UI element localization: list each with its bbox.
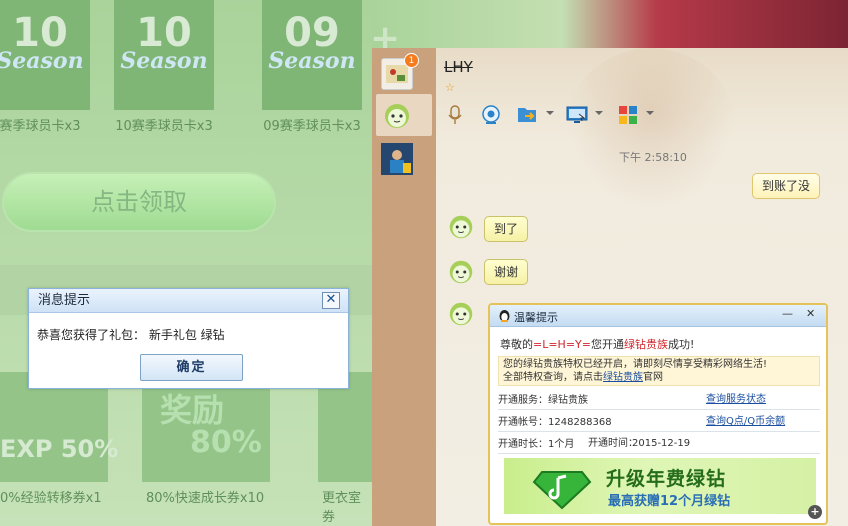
privilege-notice: 您的绿钻贵族特权已经开启，请即刻尽情享受精彩网络生活! 全部特权查询，请点击绿钻… — [498, 356, 820, 386]
service-row: 开通服务：绿钻贵族 查询服务状态 — [498, 389, 820, 410]
account-value: 1248288368 — [548, 417, 612, 428]
greeting-line: 尊敬的=L=H=Y=您开通绿钻贵族成功! — [500, 336, 694, 352]
message-bubble-incoming: 谢谢 — [484, 259, 529, 285]
open-time-label: 开通时间： — [588, 438, 638, 449]
contact-name[interactable]: LHY — [444, 58, 473, 76]
minimize-icon[interactable]: — — [782, 307, 793, 320]
user-nickname: =L=H=Y= — [533, 338, 591, 351]
conversation-list: 1 — [372, 48, 436, 526]
card-label: 赛季球员卡x3 — [0, 119, 81, 134]
dialog-close-icon[interactable]: ✕ — [322, 292, 340, 309]
star-icon: ☆ — [445, 81, 455, 94]
gift-label: 80%快速成长券x10 — [146, 491, 265, 506]
account-row: 开通帐号：1248288368 查询Q点/Q币余额 — [498, 411, 820, 432]
open-time-value: 2015-12-19 — [632, 438, 691, 449]
claim-button[interactable]: 点击领取 — [2, 172, 276, 232]
reward-card: 10 Season — [114, 0, 214, 110]
privilege-query-prefix: 全部特权查询，请点击 — [503, 372, 603, 383]
duration-row: 开通时长：1个月 开通时间： 2015-12-19 — [498, 433, 820, 454]
message-dialog: 消息提示 ✕ 恭喜您获得了礼包： 新手礼包 绿钻 确定 — [28, 288, 349, 389]
check-service-link[interactable]: 查询服务状态 — [706, 389, 766, 410]
chat-main: LHY ☆ 下午 2:58:10 到账了没 到了 谢谢 温馨提示 — ✕ 尊敬的… — [436, 48, 848, 526]
promo-title: 升级年费绿钻 — [606, 468, 727, 490]
duration-label: 开通时长：1个月 — [498, 439, 575, 450]
chevron-down-icon[interactable] — [646, 111, 654, 115]
gift-text: EXP 50% — [0, 435, 119, 463]
sender-avatar[interactable] — [446, 298, 476, 328]
chevron-down-icon[interactable] — [546, 111, 554, 115]
greeting-prefix: 尊敬的 — [500, 338, 533, 351]
upgrade-promo-banner[interactable]: 升级年费绿钻 最高获赠12个月绿钻 — [504, 458, 816, 514]
privilege-link[interactable]: 绿钻贵族 — [603, 372, 643, 383]
notification-title: 温馨提示 — [514, 311, 558, 324]
card-season: Season — [0, 48, 84, 74]
message-timestamp: 下午 2:58:10 — [619, 151, 687, 164]
game-page: 10 Season 赛季球员卡x3 10 Season 10赛季球员卡x3 09… — [0, 0, 372, 526]
privilege-text: 您的绿钻贵族特权已经开启，请即刻尽情享受精彩网络生活! — [503, 359, 768, 370]
chevron-down-icon[interactable] — [595, 111, 603, 115]
reward-card: 10 Season — [0, 0, 90, 110]
card-label: 10赛季球员卡x3 — [115, 119, 213, 134]
send-file-icon[interactable] — [516, 104, 542, 126]
gift-label: 0%经验转移券x1 — [0, 491, 102, 506]
zoom-icon[interactable]: + — [808, 505, 822, 519]
sender-avatar[interactable] — [446, 211, 476, 241]
service-label: 开通服务：绿钻贵族 — [498, 395, 588, 406]
top-banner — [372, 0, 848, 48]
message-bubble-outgoing: 到账了没 — [752, 173, 821, 199]
account-label: 开通帐号： — [498, 417, 548, 428]
sender-avatar[interactable] — [446, 256, 476, 286]
penguin-icon — [498, 309, 511, 326]
microphone-icon[interactable] — [444, 104, 470, 126]
privilege-query-suffix: 官网 — [643, 372, 663, 383]
webcam-icon[interactable] — [480, 104, 506, 126]
dialog-title: 消息提示 — [29, 289, 348, 313]
greeting-suffix: 成功! — [668, 338, 695, 351]
ok-button[interactable]: 确定 — [140, 354, 243, 381]
promo-subtitle: 最高获赠12个月绿钻 — [608, 494, 731, 509]
diamond-icon — [532, 462, 592, 513]
dialog-message: 恭喜您获得了礼包： 新手礼包 绿钻 — [37, 328, 225, 342]
apps-icon[interactable] — [617, 104, 643, 126]
card-season: Season — [268, 48, 356, 74]
service-name: 绿钻贵族 — [624, 338, 668, 351]
gift-label: 更衣室券 — [322, 491, 362, 525]
greeting-mid: 您开通 — [591, 338, 624, 351]
background-photo — [566, 48, 736, 208]
balance-link[interactable]: 查询Q点/Q币余额 — [706, 411, 785, 432]
card-label: 09赛季球员卡x3 — [263, 119, 361, 134]
card-season: Season — [120, 48, 208, 74]
message-bubble-incoming: 到了 — [484, 216, 529, 242]
chat-window: 1 LHY ☆ 下午 2:58:10 到账了没 到了 谢谢 温馨提示 — ✕ 尊… — [372, 48, 848, 526]
close-icon[interactable]: ✕ — [806, 307, 815, 320]
conversation-avatar[interactable] — [381, 99, 413, 131]
gift-text: 80% — [190, 425, 262, 460]
privilege-query: 全部特权查询，请点击绿钻贵族官网 — [503, 371, 815, 384]
reward-card: 09 Season — [262, 0, 362, 110]
screen-share-icon[interactable] — [565, 104, 591, 126]
notification-card: 温馨提示 — ✕ 尊敬的=L=H=Y=您开通绿钻贵族成功! 您的绿钻贵族特权已经… — [488, 303, 828, 525]
unread-badge: 1 — [404, 53, 419, 68]
conversation-avatar[interactable] — [381, 143, 413, 175]
